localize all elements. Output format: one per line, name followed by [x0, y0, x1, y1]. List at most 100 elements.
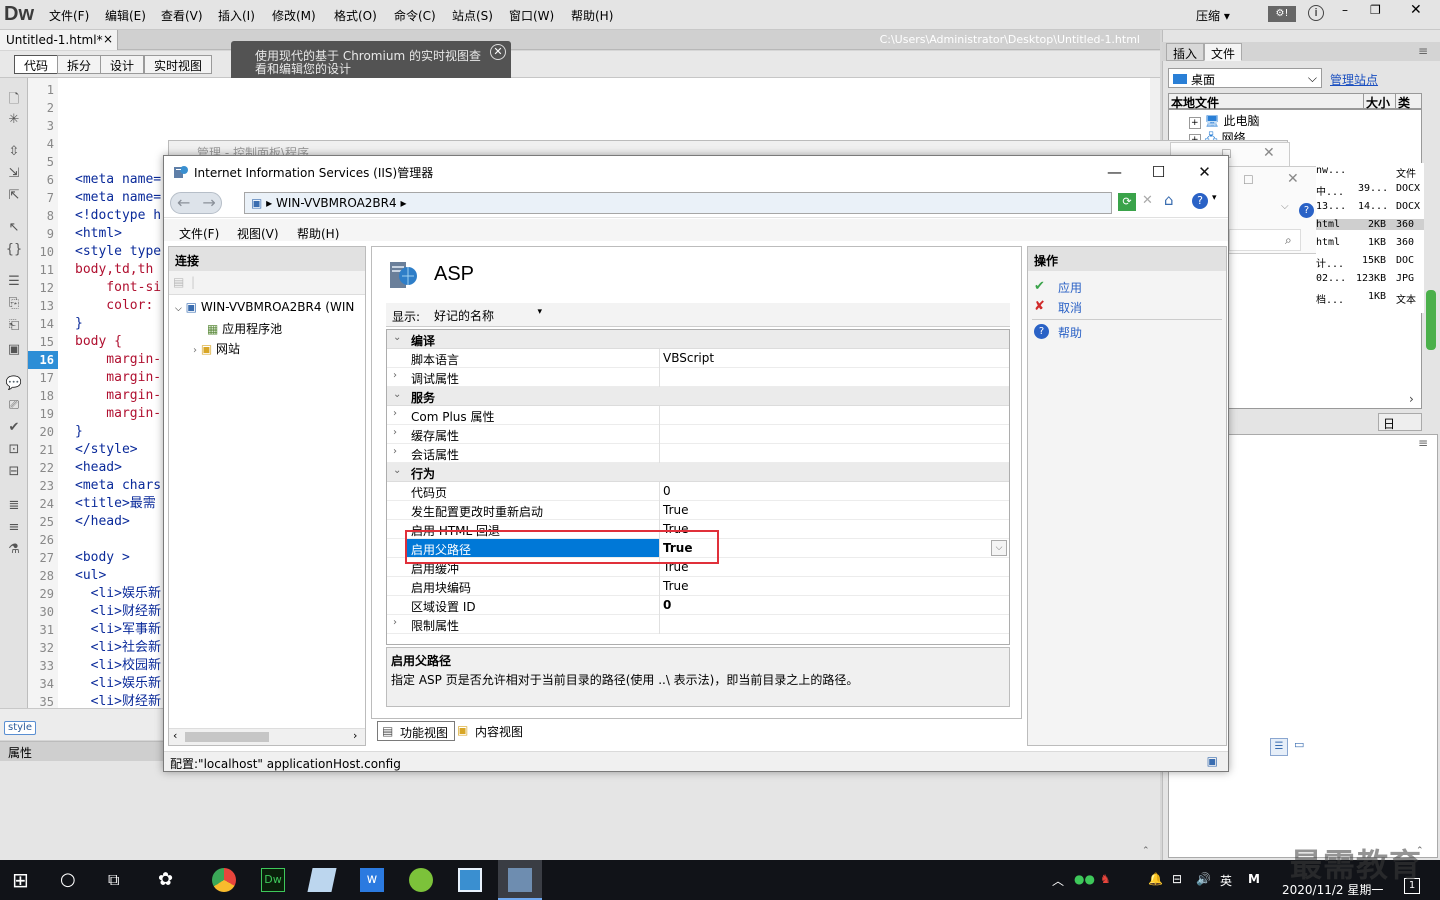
back-forward-buttons[interactable]: ←→ [170, 192, 222, 214]
action-help[interactable]: 帮助 [1058, 324, 1082, 341]
remove-comment-icon[interactable]: ⎗ [5, 318, 23, 334]
indent-icon[interactable]: ⊡ [5, 442, 23, 458]
help-icon[interactable]: ? [1192, 193, 1208, 209]
line-numbers-icon[interactable]: {} [5, 242, 23, 258]
select-parent-tag-icon[interactable]: ⇱ [5, 188, 23, 204]
display-select[interactable]: 好记的名称 ▾ [430, 305, 546, 325]
tree-node-sites[interactable]: › ▣ 网站 [193, 340, 240, 357]
design-view-button[interactable]: 设计 [100, 55, 145, 74]
connections-hscrollbar[interactable]: ‹ › [169, 728, 365, 745]
collapse-icon[interactable]: ⌄ [393, 332, 401, 343]
iis-minimize-icon[interactable]: — [1092, 158, 1137, 186]
recent-snippets-icon[interactable]: 💬 [5, 376, 23, 392]
grid-row[interactable]: 发生配置更改时重新启动 True [387, 501, 1009, 520]
outdent-icon[interactable]: ⊟ [5, 464, 23, 480]
dw-menu-modify[interactable]: 修改(M) [272, 7, 316, 24]
grid-value[interactable]: True [663, 503, 689, 517]
dreamweaver-taskbar-icon[interactable]: Dw [261, 868, 285, 892]
dw-menu-insert[interactable]: 插入(I) [218, 7, 255, 24]
tiles-view-icon[interactable]: ▭ [1294, 738, 1310, 754]
address-breadcrumb[interactable]: ▣ ▸ WIN-VVBMROA2BR4 ▸ [244, 192, 1112, 214]
tree-node-app-pools[interactable]: ▦ 应用程序池 [207, 320, 282, 337]
scroll-thumb[interactable] [185, 732, 269, 742]
expand-icon[interactable]: › [393, 408, 397, 419]
property-grid[interactable]: ⌄ 编译 脚本语言 VBScript › 调试属性 ⌄ 服务 › Com Plus 属性 › 缓存属性… [386, 329, 1010, 645]
wechat-icon[interactable]: ●● [1074, 872, 1095, 886]
grid-row[interactable]: › 调试属性 [387, 368, 1009, 387]
search-icon[interactable]: ○ [60, 868, 84, 892]
highlight-invalid-icon[interactable]: ☰ [5, 274, 23, 290]
grid-row[interactable]: 区域设置 ID 0 [387, 596, 1009, 615]
tab-insert[interactable]: 插入 [1166, 43, 1205, 61]
expand-icon[interactable]: › [193, 345, 197, 356]
network-icon[interactable]: ⊟ [1172, 872, 1182, 886]
code-view-button[interactable]: 代码 [14, 55, 59, 74]
open-documents-icon[interactable]: 🗋 [5, 90, 23, 107]
grid-row[interactable]: › 缓存属性 [387, 425, 1009, 444]
iis-menu-file[interactable]: 文件(F) [179, 225, 219, 242]
grid-row[interactable]: › Com Plus 属性 [387, 406, 1009, 425]
split-view-button[interactable]: 拆分 [57, 55, 102, 74]
start-icon[interactable]: ⊞ [12, 868, 36, 892]
log-button[interactable]: 日志... [1378, 413, 1422, 448]
site-select[interactable]: 桌面 ⌵ [1168, 68, 1322, 88]
expand-icon[interactable]: › [393, 617, 397, 628]
tree-node-server[interactable]: ⌵ ▣ WIN-VVBMROA2BR4 (WIN [175, 300, 354, 314]
ime-indicator[interactable]: 英 [1220, 872, 1232, 889]
grid-value[interactable]: True [663, 579, 689, 593]
grid-value[interactable]: 0 [663, 598, 671, 612]
iis-menu-help[interactable]: 帮助(H) [297, 225, 339, 242]
format-source-icon[interactable]: ✔ [5, 420, 23, 436]
app-icon-pinned[interactable]: ✿ [158, 868, 182, 892]
tooltip-close-icon[interactable]: ✕ [490, 44, 506, 60]
ime-mode-indicator[interactable]: M [1248, 872, 1260, 886]
grid-row[interactable]: 启用块编码 True [387, 577, 1009, 596]
task-view-icon[interactable]: ⧉ [108, 868, 132, 892]
tab-content-view[interactable]: ▣ 内容视图 [453, 721, 529, 741]
files-scrollbar-thumb[interactable] [1426, 290, 1436, 350]
align-icon[interactable]: ≣ [5, 498, 23, 514]
dw-menu-format[interactable]: 格式(O) [334, 7, 377, 24]
grid-row[interactable]: › 限制属性 [387, 615, 1009, 634]
manage-sites-link[interactable]: 管理站点 [1330, 71, 1378, 88]
minimize-icon[interactable]: – [1342, 3, 1348, 17]
iis-taskbar-icon[interactable] [508, 868, 532, 892]
live-view-button[interactable]: 实时视图 [144, 55, 213, 74]
details-view-icon[interactable]: ☰ [1270, 738, 1288, 756]
grid-row[interactable]: › 会话属性 [387, 444, 1009, 463]
dw-menu-commands[interactable]: 命令(C) [394, 7, 436, 24]
collapse-icon[interactable]: ⌄ [393, 465, 401, 476]
connect-icon[interactable]: ▤ [173, 275, 184, 289]
scroll-right-icon[interactable]: › [353, 729, 357, 742]
compress-dropdown[interactable]: 压缩 ▾ [1196, 7, 1230, 24]
wps-icon[interactable]: w [360, 868, 384, 892]
dw-menu-help[interactable]: 帮助(H) [571, 7, 613, 24]
tab-files[interactable]: 文件 [1204, 43, 1243, 61]
tag-selector-style[interactable]: style [4, 721, 36, 735]
grid-section[interactable]: ⌄ 服务 [387, 387, 1009, 406]
balance-braces-icon[interactable]: ↖ [5, 220, 23, 236]
expand-icon[interactable]: › [393, 427, 397, 438]
grid-value[interactable]: VBScript [663, 351, 714, 365]
grid-section[interactable]: ⌄ 行为 [387, 463, 1009, 482]
volume-icon[interactable]: 🔊 [1196, 872, 1211, 886]
expand-icon[interactable]: + [1189, 117, 1201, 129]
sync-settings-icon[interactable]: ⚙! [1268, 6, 1296, 22]
collapse-icon[interactable]: ⌵ [175, 304, 182, 314]
dw-menu-window[interactable]: 窗口(W) [509, 7, 554, 24]
dw-menu-view[interactable]: 查看(V) [161, 7, 203, 24]
resize-grip-icon[interactable]: ⌃ [1142, 846, 1150, 856]
grid-value[interactable]: 0 [663, 484, 671, 498]
grid-row[interactable]: 脚本语言 VBScript [387, 349, 1009, 368]
chrome-icon[interactable] [212, 868, 236, 892]
grid-row[interactable]: 代码页 0 [387, 482, 1009, 501]
dw-menu-file[interactable]: 文件(F) [49, 7, 89, 24]
refresh-icon[interactable]: ⟳ [1118, 193, 1136, 211]
grid-section[interactable]: ⌄ 编译 [387, 330, 1009, 349]
scroll-right-icon[interactable]: › [1409, 392, 1414, 406]
tray-expand-icon[interactable]: ︿ [1052, 872, 1064, 889]
breadcrumb-server[interactable]: WIN-VVBMROA2BR4 [276, 196, 397, 210]
move-css-icon[interactable]: ⎚ [5, 398, 23, 414]
apply-comment-icon[interactable]: ⎘ [5, 296, 23, 312]
panel-menu-icon[interactable]: ≡ [1418, 44, 1428, 58]
